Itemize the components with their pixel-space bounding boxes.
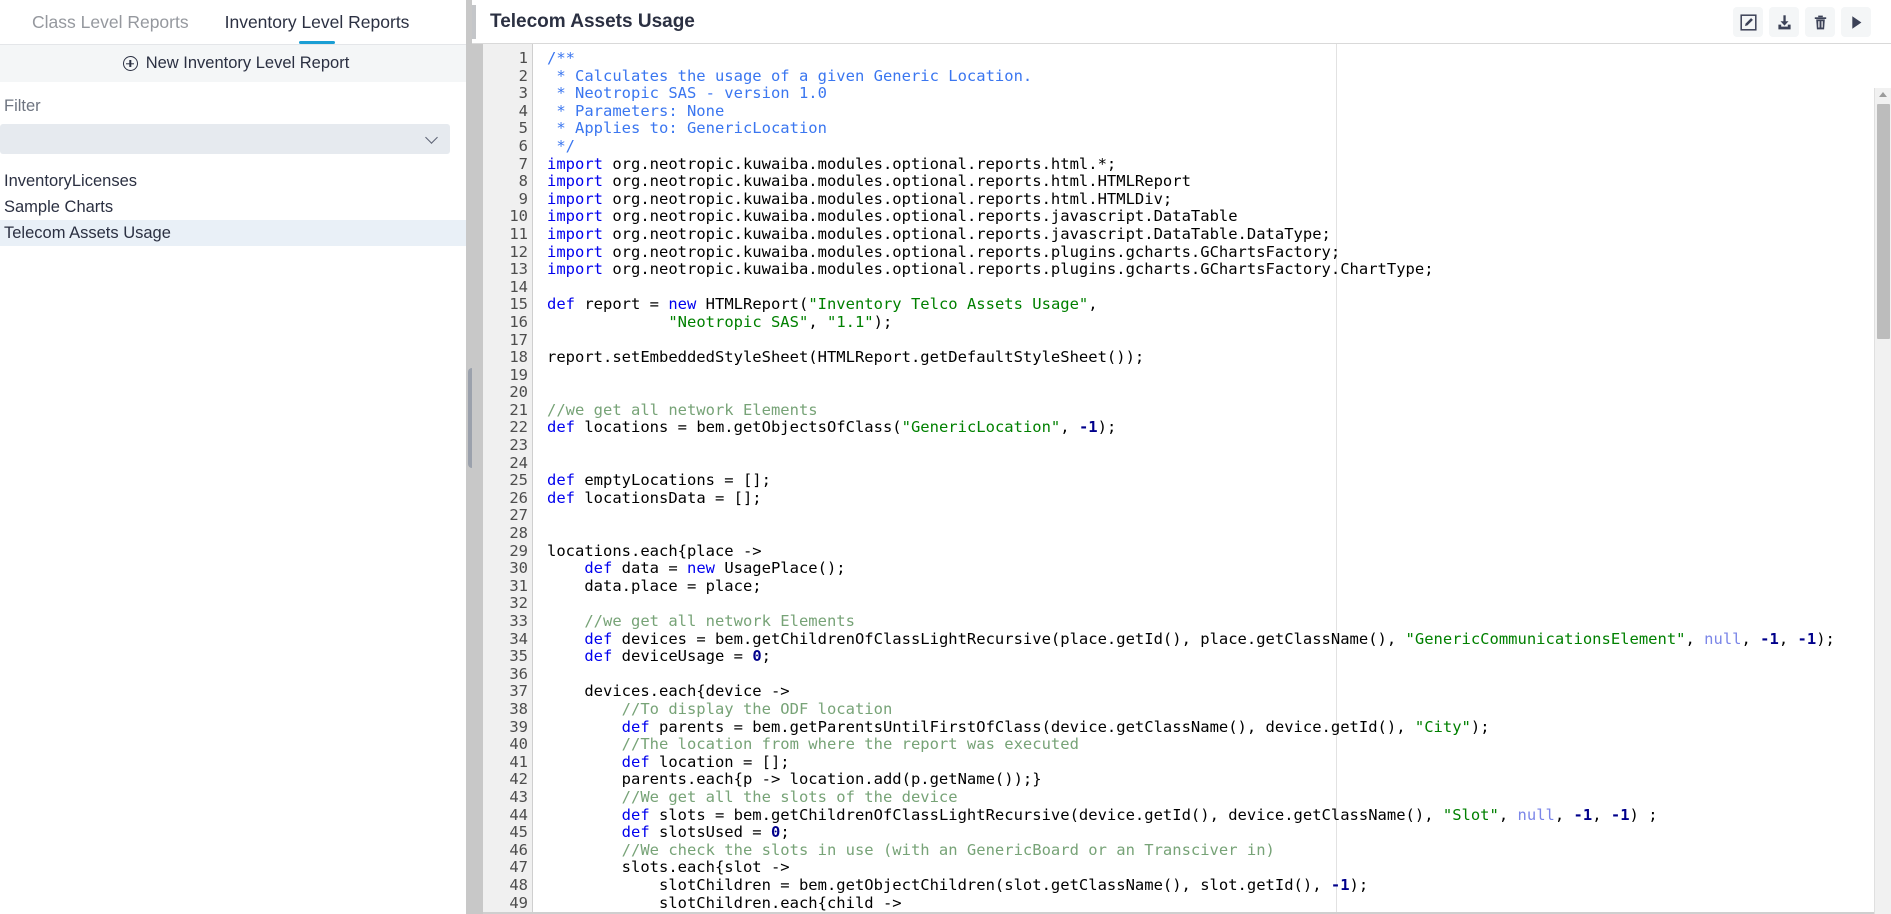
line-number: 16 — [509, 312, 528, 331]
line-number: 9 — [518, 189, 528, 208]
editor-left-scrollbar[interactable] — [472, 44, 483, 914]
run-report-button[interactable] — [1841, 7, 1871, 37]
line-number: 5 — [518, 119, 528, 138]
line-number: 19 — [509, 365, 528, 384]
line-number: 7 — [518, 154, 528, 173]
line-number: 38 — [509, 699, 528, 718]
report-header: Telecom Assets Usage — [472, 0, 1891, 44]
list-item-label: Sample Charts — [4, 198, 114, 216]
line-number: 18 — [509, 348, 528, 367]
line-number: 39 — [509, 717, 528, 736]
line-number: 4 — [518, 101, 528, 120]
tab-label: Inventory Level Reports — [224, 12, 410, 32]
line-number: 44 — [509, 805, 528, 824]
edit-report-button[interactable] — [1733, 7, 1763, 37]
line-number-gutter: 1 2 3 4 5 6 7 8 9 10 11 12 13 14 15 16 17 18 19 20 21 22 23 24 2… — [483, 44, 541, 914]
line-number: 3 — [518, 84, 528, 103]
script-editor[interactable]: 1 2 3 4 5 6 7 8 9 10 11 12 13 14 15 16 17 18 19 20 21 22 23 24 2… — [472, 44, 1891, 914]
code-editor[interactable]: 1 2 3 4 5 6 7 8 9 10 11 12 13 14 15 16 17 18 19 20 21 22 23 24 2… — [472, 44, 1891, 914]
line-number: 40 — [509, 735, 528, 754]
line-number: 20 — [509, 383, 528, 402]
line-number: 13 — [509, 260, 528, 279]
list-item[interactable]: Telecom Assets Usage — [0, 220, 472, 246]
filter-select[interactable] — [0, 124, 450, 154]
line-number: 14 — [509, 277, 528, 296]
report-manager-window: Class Level Reports Inventory Level Repo… — [0, 0, 1891, 914]
line-number: 25 — [509, 471, 528, 490]
line-number: 11 — [509, 224, 528, 243]
page-title: Telecom Assets Usage — [490, 10, 695, 32]
line-number: 34 — [509, 629, 528, 648]
line-number: 17 — [509, 330, 528, 349]
line-number: 42 — [509, 770, 528, 789]
list-item[interactable]: Sample Charts — [0, 194, 472, 220]
line-number: 10 — [509, 207, 528, 226]
report-type-tabs: Class Level Reports Inventory Level Repo… — [0, 0, 472, 45]
line-number: 1 — [483, 49, 541, 68]
pencil-square-icon — [1739, 13, 1757, 31]
trash-icon — [1814, 15, 1826, 29]
plus-circle-icon — [122, 56, 138, 71]
line-number: 29 — [483, 542, 541, 561]
line-number: 48 — [509, 875, 528, 894]
list-item[interactable]: InventoryLicenses — [0, 168, 472, 194]
title-accent-bar — [472, 4, 476, 39]
line-number: 32 — [509, 594, 528, 613]
line-number: 22 — [509, 418, 528, 437]
chevron-down-icon — [425, 130, 438, 144]
download-icon — [1777, 14, 1791, 29]
line-number: 47 — [483, 859, 541, 877]
line-number: 35 — [509, 647, 528, 666]
list-item-label: InventoryLicenses — [4, 172, 137, 190]
line-number: 12 — [509, 242, 528, 261]
line-number: 26 — [509, 488, 528, 507]
line-number: 36 — [509, 664, 528, 683]
editor-scrollbar-thumb[interactable] — [1877, 104, 1890, 339]
line-number: 46 — [509, 840, 528, 859]
line-number: 24 — [509, 453, 528, 472]
line-number: 37 — [483, 683, 541, 701]
report-list: InventoryLicenses Sample Charts Telecom … — [0, 168, 472, 246]
line-number: 45 — [509, 823, 528, 842]
tab-label: Class Level Reports — [32, 12, 189, 32]
code-content-area[interactable]: /** * Calculates the usage of a given Ge… — [533, 44, 1891, 914]
line-number: 33 — [509, 612, 528, 630]
line-number: 41 — [509, 752, 528, 771]
download-report-button[interactable] — [1769, 7, 1799, 37]
line-number: 27 — [509, 506, 528, 525]
new-inventory-level-report-button[interactable]: New Inventory Level Report — [0, 45, 472, 83]
line-number: 28 — [509, 524, 528, 543]
line-number: 49 — [483, 894, 541, 913]
line-number: 21 — [509, 400, 528, 419]
editor-vertical-scrollbar[interactable] — [1874, 88, 1891, 914]
line-number: 31 — [509, 576, 528, 595]
line-number: 8 — [518, 172, 528, 191]
list-item-label: Telecom Assets Usage — [4, 224, 171, 242]
editor-left-scrollbar-thumb[interactable] — [472, 374, 483, 604]
source-code[interactable]: /** * Calculates the usage of a given Ge… — [547, 49, 1891, 912]
line-number: 15 — [483, 296, 541, 314]
scroll-up-arrow-icon[interactable] — [1879, 92, 1887, 97]
tab-inventory-level-reports[interactable]: Inventory Level Reports — [207, 0, 428, 44]
report-detail-panel: Telecom Assets Usage 1 2 3 4 5 6 7 8 9 1… — [472, 0, 1891, 914]
line-number: 23 — [509, 436, 528, 455]
tab-class-level-reports[interactable]: Class Level Reports — [14, 0, 207, 44]
play-icon — [1851, 15, 1861, 29]
line-number: 6 — [518, 136, 528, 155]
delete-report-button[interactable] — [1805, 7, 1835, 37]
line-number: 43 — [509, 787, 528, 806]
reports-sidebar: Class Level Reports Inventory Level Repo… — [0, 0, 490, 914]
filter-label: Filter — [4, 97, 41, 115]
line-number: 2 — [518, 66, 528, 85]
new-report-button-label: New Inventory Level Report — [145, 54, 350, 72]
report-actions-toolbar — [1729, 0, 1871, 44]
line-number: 30 — [509, 559, 528, 578]
